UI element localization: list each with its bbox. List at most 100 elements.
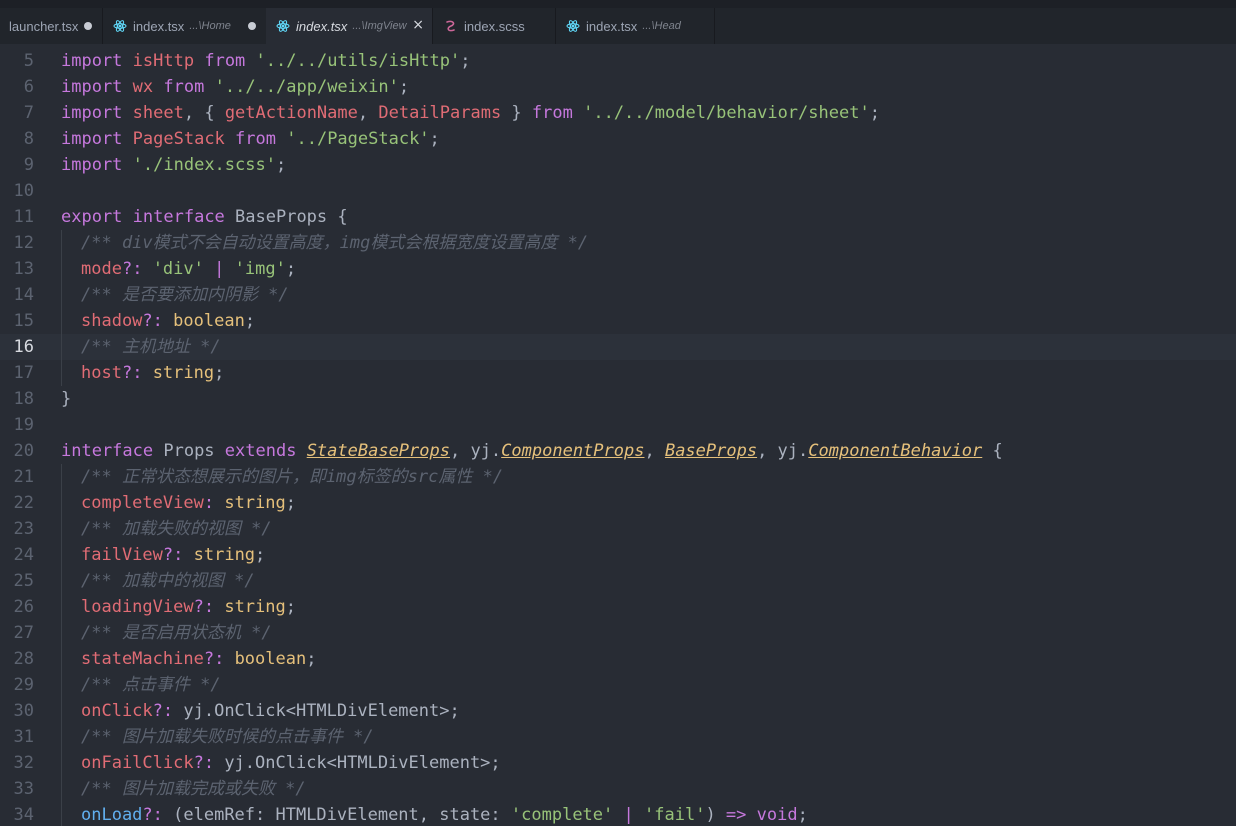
code-token: import	[61, 77, 123, 97]
code-token: import	[61, 103, 123, 123]
code-token: /** 加载失败的视图 */	[81, 519, 272, 539]
code-line[interactable]: 26 loadingView?: string;	[0, 594, 1236, 620]
code-text: /** div模式不会自动设置高度，img模式会根据宽度设置高度 */	[81, 230, 588, 256]
code-text: onLoad?: (elemRef: HTMLDivElement, state…	[81, 802, 808, 826]
code-line[interactable]: 19	[0, 412, 1236, 438]
code-token: ;	[398, 77, 410, 97]
code-token: mode	[81, 259, 122, 279]
code-token: , {	[183, 103, 225, 123]
tab-label: index.scss	[464, 18, 525, 34]
line-number: 7	[23, 103, 34, 123]
code-token: ?:	[203, 649, 225, 669]
code-text: stateMachine?: boolean;	[81, 646, 316, 672]
indent-guide	[61, 750, 62, 776]
code-line[interactable]: 27 /** 是否启用状态机 */	[0, 620, 1236, 646]
code-line[interactable]: 11 export interface BaseProps {	[0, 204, 1236, 230]
code-line[interactable]: 25 /** 加载中的视图 */	[0, 568, 1236, 594]
code-text: /** 主机地址 */	[81, 334, 221, 360]
tab-4[interactable]: index.scss	[434, 8, 556, 44]
tab-label: index.tsx	[586, 18, 638, 34]
tab-path-hint: ...\Home	[189, 20, 231, 32]
close-icon[interactable]: ×	[412, 17, 424, 33]
code-line[interactable]: 34 onLoad?: (elemRef: HTMLDivElement, sta…	[0, 802, 1236, 826]
code-token: 'img'	[234, 259, 286, 279]
code-token: )	[705, 805, 726, 825]
tab-5[interactable]: index.tsx ...\Head	[556, 8, 715, 44]
tab-2[interactable]: index.tsx ...\Home	[103, 8, 267, 44]
code-line[interactable]: 6 import wx from '../../app/weixin';	[0, 74, 1236, 100]
code-line[interactable]: 18}	[0, 386, 1236, 412]
code-line[interactable]: 14 /** 是否要添加内阴影 */	[0, 282, 1236, 308]
unsaved-dot-icon[interactable]	[84, 22, 92, 30]
code-line[interactable]: 22 completeView: string;	[0, 490, 1236, 516]
code-text: loadingView?: string;	[81, 594, 296, 620]
react-file-icon	[566, 20, 580, 32]
code-line[interactable]: 10	[0, 178, 1236, 204]
unsaved-dot-icon[interactable]	[248, 22, 256, 30]
line-number: 10	[13, 181, 34, 201]
code-token: ?:	[152, 701, 174, 721]
code-line[interactable]: 21 /** 正常状态想展示的图片，即img标签的src属性 */	[0, 464, 1236, 490]
code-line[interactable]: 30 onClick?: yj.OnClick<HTMLDivElement>;	[0, 698, 1236, 724]
code-line[interactable]: 13 mode?: 'div' | 'img';	[0, 256, 1236, 282]
code-line[interactable]: 29 /** 点击事件 */	[0, 672, 1236, 698]
line-number: 23	[13, 519, 34, 539]
code-line[interactable]: 5 import isHttp from '../../utils/isHttp'…	[0, 48, 1236, 74]
code-token: failView	[81, 545, 163, 565]
code-line[interactable]: 33 /** 图片加载完成或失败 */	[0, 776, 1236, 802]
line-number: 21	[13, 467, 34, 487]
code-token: extends	[224, 441, 297, 461]
code-line[interactable]: 16 /** 主机地址 */	[0, 334, 1236, 360]
code-text: /** 是否启用状态机 */	[81, 620, 272, 646]
line-number: 11	[13, 207, 34, 227]
tab-1[interactable]: launcher.tsx	[0, 8, 103, 44]
line-number: 34	[13, 805, 34, 825]
code-token: boolean	[173, 311, 245, 331]
code-line[interactable]: 9 import './index.scss';	[0, 152, 1236, 178]
code-line[interactable]: 31 /** 图片加载失败时候的点击事件 */	[0, 724, 1236, 750]
code-line[interactable]: 28 stateMachine?: boolean;	[0, 646, 1236, 672]
code-token: interface	[132, 207, 225, 227]
code-token: :	[203, 493, 215, 513]
code-line[interactable]: 23 /** 加载失败的视图 */	[0, 516, 1236, 542]
code-line[interactable]: 32 onFailClick?: yj.OnClick<HTMLDivElemen…	[0, 750, 1236, 776]
code-token: =>	[725, 805, 747, 825]
line-number: 17	[13, 363, 34, 383]
code-token: yj.OnClick<HTMLDivElement>;	[214, 753, 501, 773]
code-line[interactable]: 7 import sheet, { getActionName, DetailPa…	[0, 100, 1236, 126]
code-line[interactable]: 8 import PageStack from '../PageStack';	[0, 126, 1236, 152]
line-number: 18	[13, 389, 34, 409]
code-text: /** 图片加载完成或失败 */	[81, 776, 306, 802]
code-line[interactable]: 15 shadow?: boolean;	[0, 308, 1236, 334]
code-line[interactable]: 12 /** div模式不会自动设置高度，img模式会根据宽度设置高度 */	[0, 230, 1236, 256]
code-text: import PageStack from '../PageStack';	[61, 126, 440, 152]
code-token: ;	[429, 129, 440, 149]
code-token: from	[163, 77, 205, 97]
code-editor[interactable]: 5 import isHttp from '../../utils/isHttp'…	[0, 44, 1236, 826]
indent-guide	[61, 256, 62, 282]
tab-3[interactable]: index.tsx ...\ImgView ×	[266, 8, 433, 44]
code-line[interactable]: 20 interface Props extends StateBaseProps…	[0, 438, 1236, 464]
code-token: string	[152, 363, 215, 383]
code-token: StateBaseProps	[306, 441, 450, 461]
code-token: ;	[869, 103, 880, 123]
line-number: 20	[13, 441, 34, 461]
code-token: /** 加载中的视图 */	[81, 571, 255, 591]
title-strip	[0, 0, 1236, 8]
line-number: 19	[13, 415, 34, 435]
code-token: DetailParams	[378, 103, 502, 123]
code-token: /** 图片加载失败时候的点击事件 */	[81, 727, 374, 747]
code-line[interactable]: 17 host?: string;	[0, 360, 1236, 386]
line-number: 12	[13, 233, 34, 253]
code-line[interactable]: 24 failView?: string;	[0, 542, 1236, 568]
